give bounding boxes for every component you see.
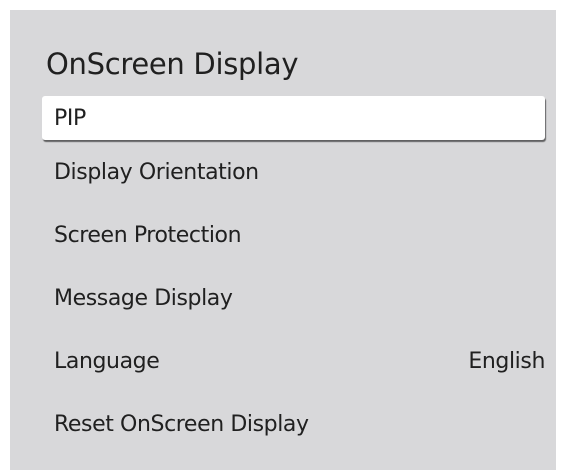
- menu-item-label: Reset OnScreen Display: [54, 412, 309, 437]
- menu-item-label: Screen Protection: [54, 223, 242, 248]
- menu-item-label: PIP: [54, 105, 86, 131]
- menu-item-screen-protection[interactable]: Screen Protection: [42, 204, 545, 267]
- menu-title: OnScreen Display: [46, 47, 299, 81]
- menu-list: PIP Display Orientation Screen Protectio…: [42, 96, 545, 456]
- language-value: English: [468, 349, 545, 374]
- menu-item-language[interactable]: Language English: [42, 330, 545, 393]
- menu-item-label: Display Orientation: [54, 160, 259, 185]
- menu-item-label: Message Display: [54, 286, 233, 311]
- onscreen-display-menu-panel: OnScreen Display PIP Display Orientation…: [10, 10, 556, 470]
- menu-item-reset-onscreen-display[interactable]: Reset OnScreen Display: [42, 393, 545, 456]
- menu-item-pip[interactable]: PIP: [42, 96, 545, 140]
- menu-item-display-orientation[interactable]: Display Orientation: [42, 141, 545, 204]
- menu-item-message-display[interactable]: Message Display: [42, 267, 545, 330]
- menu-item-label: Language: [54, 349, 160, 374]
